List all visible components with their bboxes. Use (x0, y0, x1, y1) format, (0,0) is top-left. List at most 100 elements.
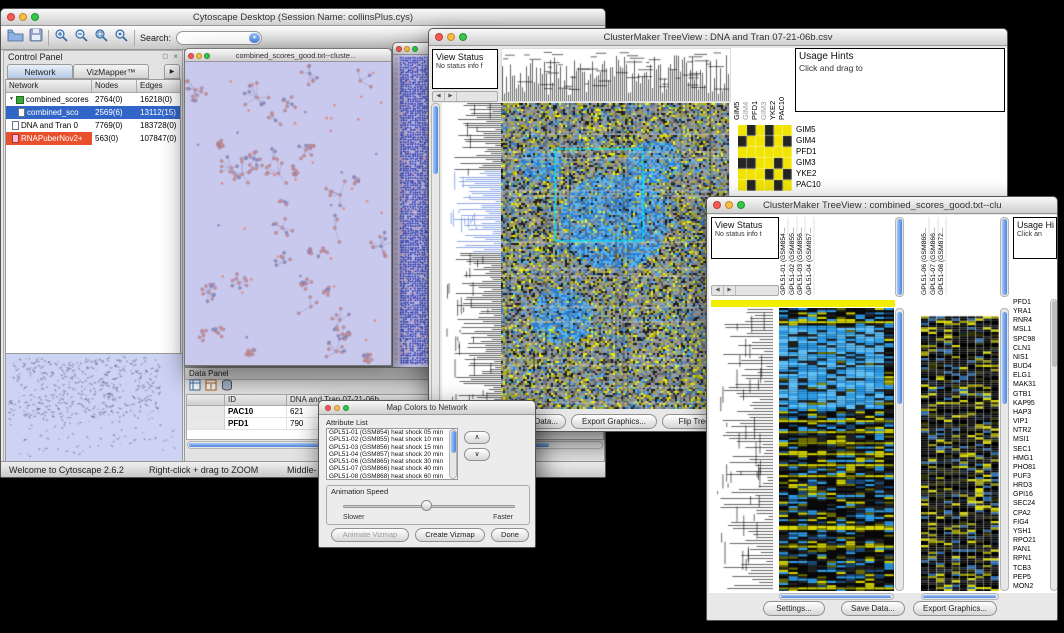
combined-heatmap-right-canvas[interactable] (921, 312, 999, 591)
combined-dendrogram-canvas[interactable] (711, 308, 773, 591)
gene-label[interactable]: PFD1 (1013, 299, 1049, 307)
gene-label[interactable]: YSH1 (1013, 528, 1049, 536)
gene-label[interactable]: CLN1 (1013, 345, 1049, 353)
gene-label[interactable]: RNR4 (1013, 317, 1049, 325)
minimize-button[interactable] (19, 13, 27, 21)
close-button[interactable] (713, 201, 721, 209)
gene-label[interactable]: MSI1 (1013, 436, 1049, 444)
gene-label[interactable]: NIS1 (1013, 354, 1049, 362)
network-row-selected[interactable]: combined_sco 2569(6) 13112(15) (6, 106, 180, 119)
scroll-right-icon[interactable]: ▶ (724, 286, 736, 295)
move-up-button[interactable]: ∧ (464, 431, 490, 444)
zoom-out-icon[interactable] (74, 28, 89, 48)
column-header-edges[interactable]: Edges (137, 80, 180, 92)
gene-label[interactable]: MAK31 (1013, 381, 1049, 389)
tab-overflow-icon[interactable]: ▶ (164, 64, 180, 79)
expand-icon[interactable]: ▼ (9, 93, 14, 106)
gene-label[interactable]: GTB1 (1013, 391, 1049, 399)
column-header-network[interactable]: Network (6, 80, 92, 92)
attribute-item[interactable]: GPL51-01 (GSM854) heat shock 05 min (327, 429, 449, 436)
combined-main-vscrollbar-right[interactable] (1000, 308, 1009, 591)
column-header-label[interactable]: GPL51-04 (GSM857... (806, 217, 815, 295)
scroll-left-icon[interactable]: ◀ (433, 92, 445, 101)
minimize-button[interactable] (334, 405, 340, 411)
combined-header-vscrollbar-left[interactable] (895, 217, 904, 297)
column-header-id[interactable]: ID (225, 395, 287, 405)
main-titlebar[interactable]: Cytoscape Desktop (Session Name: collins… (1, 9, 605, 26)
maximize-button[interactable] (459, 33, 467, 41)
minimize-button[interactable] (447, 33, 455, 41)
network-titlebar[interactable]: combined_scores_good.txt--cluste... (185, 49, 391, 62)
column-header-label[interactable]: GPL51-01 (GSM854... (780, 217, 789, 295)
open-session-icon[interactable] (7, 28, 24, 47)
attribute-item[interactable]: GPL51-06 (GSM865) heat shock 30 min (327, 458, 449, 465)
close-button[interactable] (435, 33, 443, 41)
gene-label[interactable]: VIP1 (1013, 418, 1049, 426)
treeview-combined-titlebar[interactable]: ClusterMaker TreeView : combined_scores_… (707, 197, 1057, 214)
gene-label[interactable]: TCB3 (1013, 565, 1049, 573)
create-vizmap-button[interactable]: Create Vizmap (415, 528, 485, 542)
gene-label[interactable]: KAP95 (1013, 400, 1049, 408)
dialog-titlebar[interactable]: Map Colors to Network (319, 401, 535, 415)
network-row[interactable]: ▼combined_scores 2764(0) 16218(0) (6, 93, 180, 106)
gene-label[interactable]: PEP5 (1013, 574, 1049, 582)
zoom-selected-icon[interactable] (114, 28, 129, 48)
gene-label[interactable]: YRA1 (1013, 308, 1049, 316)
animate-vizmap-button[interactable]: Animate Vizmap (331, 528, 409, 542)
gene-label[interactable]: PHO81 (1013, 464, 1049, 472)
maximize-button[interactable] (412, 46, 418, 52)
gene-label[interactable]: RPO21 (1013, 537, 1049, 545)
gene-label[interactable]: CPA2 (1013, 510, 1049, 518)
combined-main-vscrollbar-left[interactable] (895, 308, 904, 591)
dna-tree-hscroll[interactable]: ◀ ▶ (432, 91, 498, 102)
network-row-destroyed[interactable]: RNAPuberNov2+ 563(0) 107847(0) (6, 132, 180, 145)
save-session-icon[interactable] (29, 28, 43, 47)
scroll-right-icon[interactable]: ▶ (445, 92, 457, 101)
attribute-item[interactable]: GPL51-08 (GSM868) heat shock 60 min (327, 473, 449, 480)
attribute-listbox[interactable]: GPL51-01 (GSM854) heat shock 05 minGPL51… (326, 428, 458, 480)
search-combobox[interactable]: ▼ (176, 31, 262, 45)
gene-label[interactable]: SEC24 (1013, 500, 1049, 508)
gene-label[interactable]: NTR2 (1013, 427, 1049, 435)
attribute-item[interactable]: GPL51-07 (GSM866) heat shock 40 min (327, 465, 449, 472)
network-view-canvas[interactable] (185, 62, 391, 366)
close-button[interactable] (325, 405, 331, 411)
attribute-list-vscrollbar[interactable] (449, 429, 457, 479)
maximize-button[interactable] (737, 201, 745, 209)
minimize-button[interactable] (725, 201, 733, 209)
maximize-button[interactable] (343, 405, 349, 411)
gene-label[interactable]: ELG1 (1013, 372, 1049, 380)
column-header-label[interactable]: GPL51-03 (GSM856... (797, 217, 806, 295)
gene-label[interactable]: MON2 (1013, 583, 1049, 591)
scroll-left-icon[interactable]: ◀ (712, 286, 724, 295)
export-graphics-button[interactable]: Export Graphics... (571, 414, 657, 429)
tab-network[interactable]: Network (7, 64, 73, 79)
column-header-label[interactable]: GPL51-02 (GSM855... (789, 217, 798, 295)
zoom-in-icon[interactable] (54, 28, 69, 48)
gene-label[interactable]: HAP3 (1013, 409, 1049, 417)
minimize-button[interactable] (196, 53, 202, 59)
dna-vscrollbar[interactable] (431, 103, 440, 409)
settings-button[interactable]: Settings... (763, 601, 825, 616)
column-header-label[interactable]: GPL51-08 (GSM872... (938, 217, 947, 295)
tab-vizmapper[interactable]: VizMapper™ (73, 64, 149, 79)
close-button[interactable] (7, 13, 15, 21)
column-header-nodes[interactable]: Nodes (92, 80, 137, 92)
combined-hscrollbar-left[interactable] (779, 593, 894, 600)
combined-heatmap-left-canvas[interactable] (779, 308, 894, 591)
attribute-item[interactable]: GPL51-03 (GSM856) heat shock 15 min (327, 444, 449, 451)
gene-label[interactable]: GPI16 (1013, 491, 1049, 499)
gene-label[interactable]: BUD4 (1013, 363, 1049, 371)
speed-slider-thumb[interactable] (421, 500, 432, 511)
attribute-item[interactable]: GPL51-02 (GSM855) heat shock 10 min (327, 436, 449, 443)
save-data-button[interactable]: Save Data... (841, 601, 905, 616)
gene-label[interactable]: FIG4 (1013, 519, 1049, 527)
attribute-item[interactable]: GPL51-04 (GSM857) heat shock 20 min (327, 451, 449, 458)
maximize-button[interactable] (31, 13, 39, 21)
gene-label[interactable]: SEC1 (1013, 446, 1049, 454)
move-down-button[interactable]: ∨ (464, 448, 490, 461)
gene-label[interactable]: HRD3 (1013, 482, 1049, 490)
combined-gene-vscrollbar[interactable] (1050, 299, 1058, 591)
float-panel-icon[interactable]: ◻ (162, 52, 168, 60)
gene-label[interactable]: HMG1 (1013, 455, 1049, 463)
